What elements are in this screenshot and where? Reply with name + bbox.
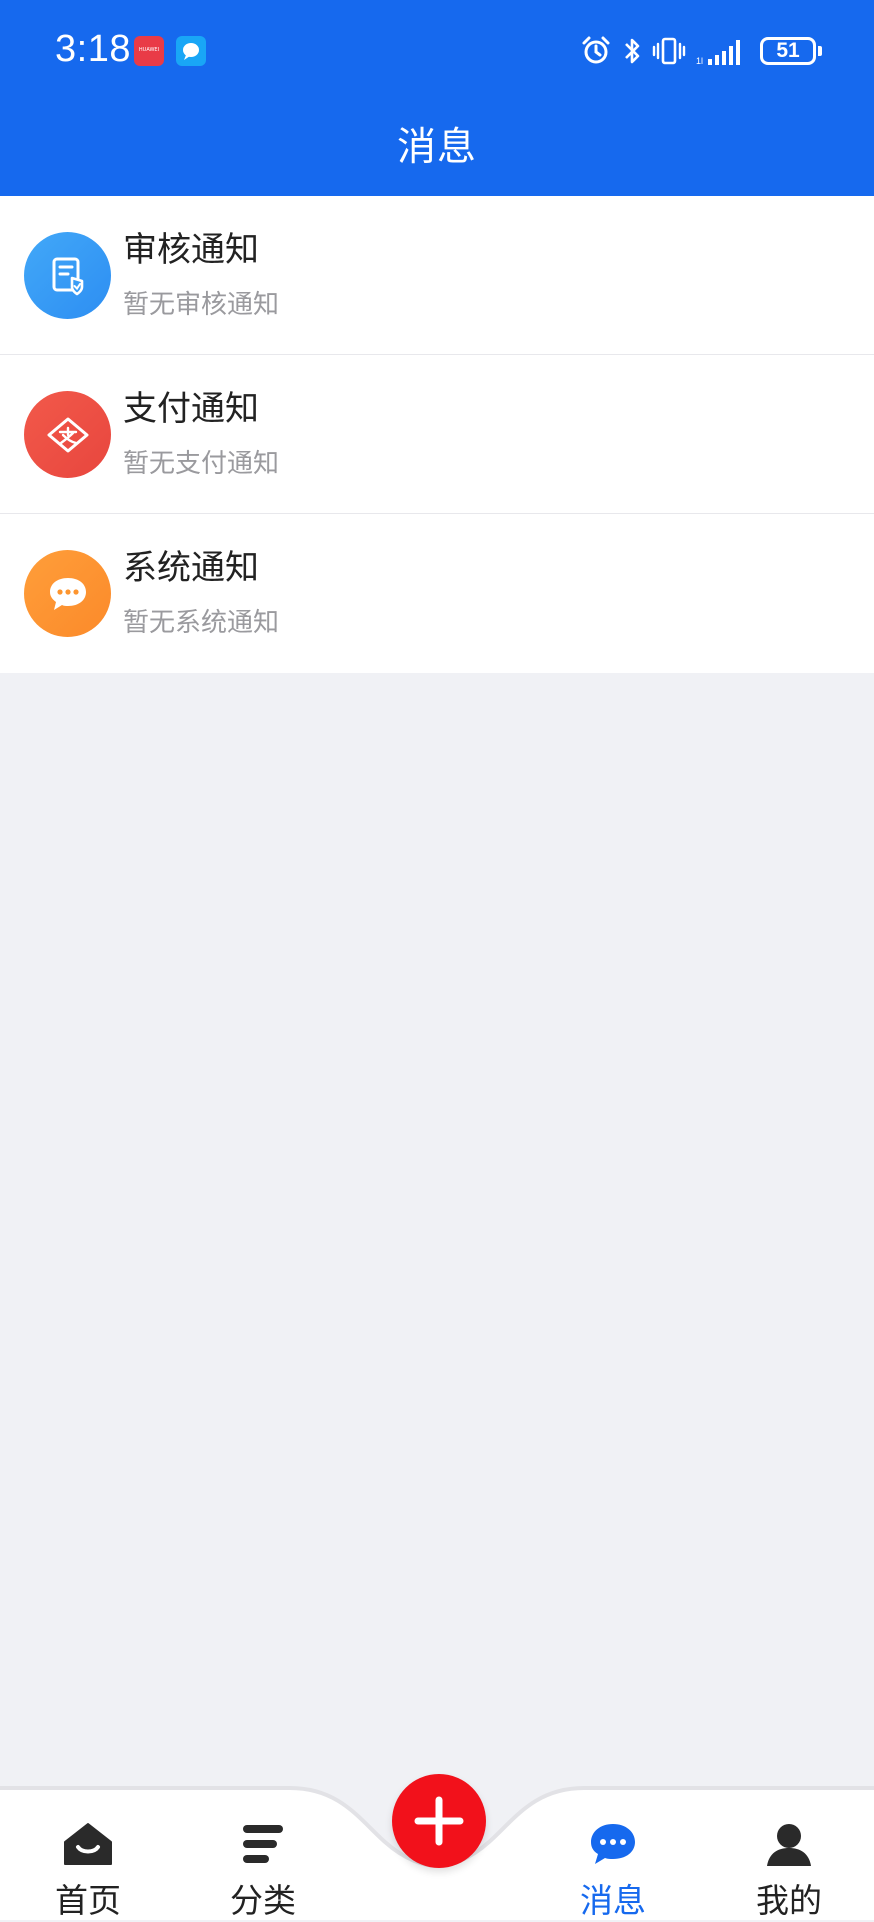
alarm-icon: [580, 35, 612, 67]
notification-item-review[interactable]: 审核通知 暂无审核通知: [0, 196, 874, 355]
message-app-notification-icon: [176, 36, 206, 66]
notification-subtitle: 暂无审核通知: [123, 290, 280, 320]
tab-home[interactable]: 首页: [28, 1820, 148, 1922]
profile-icon: [767, 1824, 811, 1866]
notification-item-system[interactable]: 系统通知 暂无系统通知: [0, 514, 874, 673]
notification-subtitle: 暂无支付通知: [123, 449, 280, 479]
huawei-appgallery-icon: HUAWEI: [134, 36, 164, 66]
notification-item-payment[interactable]: 支付通知 暂无支付通知: [0, 355, 874, 514]
tab-category[interactable]: 分类: [203, 1820, 323, 1922]
message-icon: [591, 1824, 635, 1864]
add-button[interactable]: [392, 1774, 486, 1868]
notification-list: 审核通知 暂无审核通知 支付通知 暂无支付通知 系统通知 暂无系统通知: [0, 196, 874, 673]
app-header: 3:18 HUAWEI 1l 51 消息: [0, 0, 874, 196]
tab-profile[interactable]: 我的: [729, 1820, 849, 1922]
tab-label: 分类: [230, 1881, 296, 1920]
huawei-badge-text: HUAWEI: [138, 47, 160, 53]
notification-subtitle: 暂无系统通知: [123, 608, 280, 638]
battery-indicator: 51: [760, 37, 822, 65]
home-icon: [64, 1823, 112, 1865]
tab-label: 我的: [756, 1881, 822, 1920]
notification-title: 支付通知: [123, 389, 259, 429]
page-title: 消息: [396, 125, 477, 170]
payment-icon: [24, 391, 111, 478]
status-indicators: 1l 51: [580, 32, 822, 70]
tab-label: 消息: [580, 1881, 646, 1920]
tab-messages[interactable]: 消息: [553, 1820, 673, 1922]
signal-strength-icon: 1l: [696, 35, 750, 67]
chat-bubble-icon: [24, 550, 111, 637]
notification-title: 系统通知: [123, 548, 259, 588]
category-icon: [243, 1825, 283, 1863]
tab-label: 首页: [55, 1881, 121, 1920]
review-document-icon: [24, 232, 111, 319]
add-icon: [414, 1796, 464, 1846]
bluetooth-icon: [622, 35, 642, 67]
svg-text:1l: 1l: [696, 56, 703, 66]
notification-title: 审核通知: [123, 230, 259, 270]
vibrate-icon: [652, 35, 686, 67]
bottom-tab-bar: 首页 分类 消息 我的: [0, 1770, 874, 1920]
status-time: 3:18: [55, 28, 131, 70]
status-bar: 3:18 HUAWEI 1l 51: [0, 0, 874, 100]
